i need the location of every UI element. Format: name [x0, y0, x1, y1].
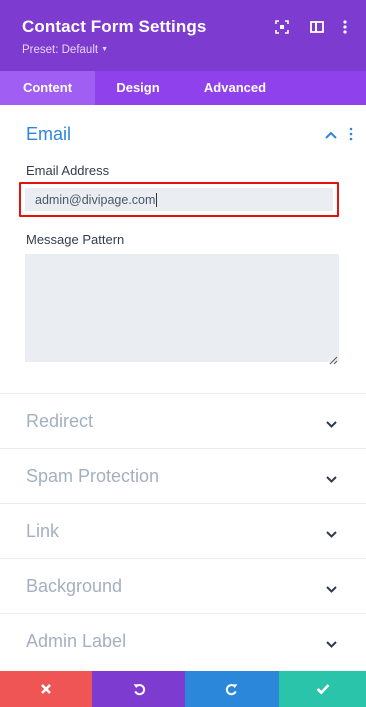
discard-button[interactable] — [0, 671, 92, 707]
email-address-label: Email Address — [26, 163, 110, 178]
preset-label: Preset: Default — [22, 44, 99, 56]
action-bar — [0, 671, 366, 707]
section-spam-protection-label: Spam Protection — [26, 466, 160, 486]
section-admin-label-label: Admin Label — [26, 631, 127, 651]
tab-bar: Content Design Advanced — [0, 71, 366, 105]
section-spam-protection[interactable]: Spam Protection — [0, 449, 366, 504]
chevron-down-icon — [325, 636, 338, 648]
message-pattern-textarea[interactable] — [25, 254, 339, 365]
expand-icon[interactable] — [274, 19, 290, 35]
modal-title: Contact Form Settings — [22, 17, 207, 36]
undo-icon — [133, 684, 145, 696]
resize-handle-icon[interactable] — [329, 352, 338, 365]
chevron-down-icon — [325, 581, 338, 593]
chevron-down-icon — [325, 526, 338, 538]
redo-icon — [225, 684, 238, 696]
text-cursor — [156, 192, 158, 207]
redo-button[interactable] — [185, 671, 279, 707]
section-background-label: Background — [26, 576, 123, 596]
email-address-input[interactable]: admin@divipage.com — [25, 188, 333, 211]
section-link-label: Link — [26, 521, 60, 541]
email-address-highlight: admin@divipage.com — [19, 182, 339, 217]
section-background[interactable]: Background — [0, 559, 366, 614]
tab-design[interactable]: Design — [95, 71, 181, 105]
section-link[interactable]: Link — [0, 504, 366, 559]
section-redirect-label: Redirect — [26, 411, 94, 431]
section-options-icon[interactable] — [348, 127, 354, 141]
section-redirect[interactable]: Redirect — [0, 394, 366, 449]
section-admin-label[interactable]: Admin Label — [0, 614, 366, 669]
undo-button[interactable] — [92, 671, 185, 707]
save-button[interactable] — [279, 671, 366, 707]
message-pattern-label: Message Pattern — [26, 232, 125, 247]
chevron-up-icon[interactable] — [324, 128, 338, 140]
more-vertical-icon[interactable] — [340, 19, 350, 35]
settings-header: Contact Form Settings Preset: Default ▼ — [0, 0, 366, 71]
check-icon — [316, 684, 329, 695]
close-icon — [41, 684, 51, 694]
preset-caret-icon: ▼ — [101, 46, 109, 54]
email-address-value: admin@divipage.com — [35, 192, 156, 207]
email-section-title[interactable]: Email — [26, 124, 71, 145]
chevron-down-icon — [325, 416, 338, 428]
tab-advanced[interactable]: Advanced — [181, 71, 289, 105]
sidebar-icon[interactable] — [309, 19, 325, 35]
preset-selector[interactable]: Preset: Default ▼ — [22, 44, 108, 56]
chevron-down-icon — [325, 471, 338, 483]
tab-content[interactable]: Content — [0, 71, 95, 105]
